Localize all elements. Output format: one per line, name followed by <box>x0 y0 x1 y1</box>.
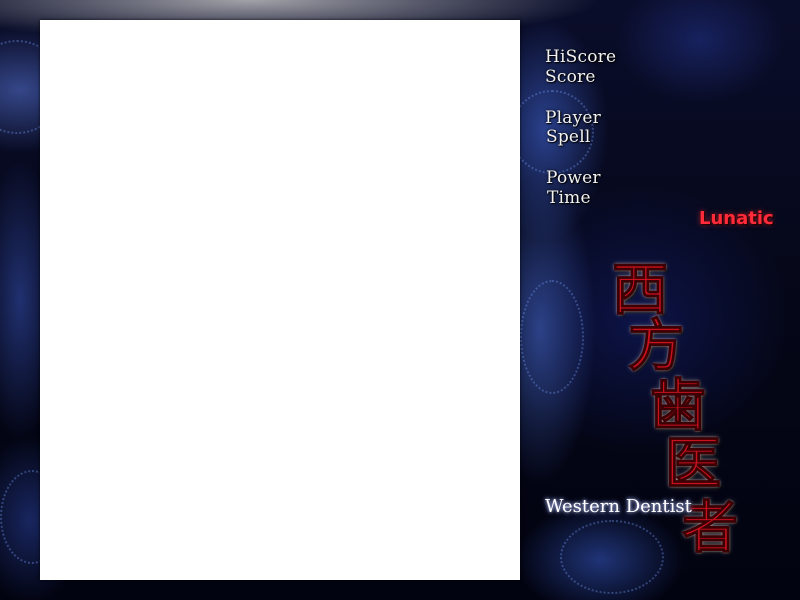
title-kanji-3: 歯 <box>650 373 707 439</box>
background-swirl <box>520 280 584 394</box>
title-kanji-2: 方 <box>628 313 685 379</box>
title-kanji-1: 西 <box>612 257 669 323</box>
title-kanji-4: 医 <box>665 431 722 497</box>
playfield <box>40 20 520 580</box>
spell-label: Spell <box>546 127 591 147</box>
game-subtitle: Western Dentist <box>545 496 692 517</box>
game-screen: HiScore Score Player Spell Power Time Lu… <box>0 0 800 600</box>
player-label: Player <box>545 108 602 128</box>
background-swirl <box>560 520 664 594</box>
power-label: Power <box>546 168 601 188</box>
hiscore-label: HiScore <box>545 47 617 67</box>
difficulty-label: Lunatic <box>699 208 774 229</box>
time-label: Time <box>547 188 591 208</box>
score-label: Score <box>545 67 596 87</box>
